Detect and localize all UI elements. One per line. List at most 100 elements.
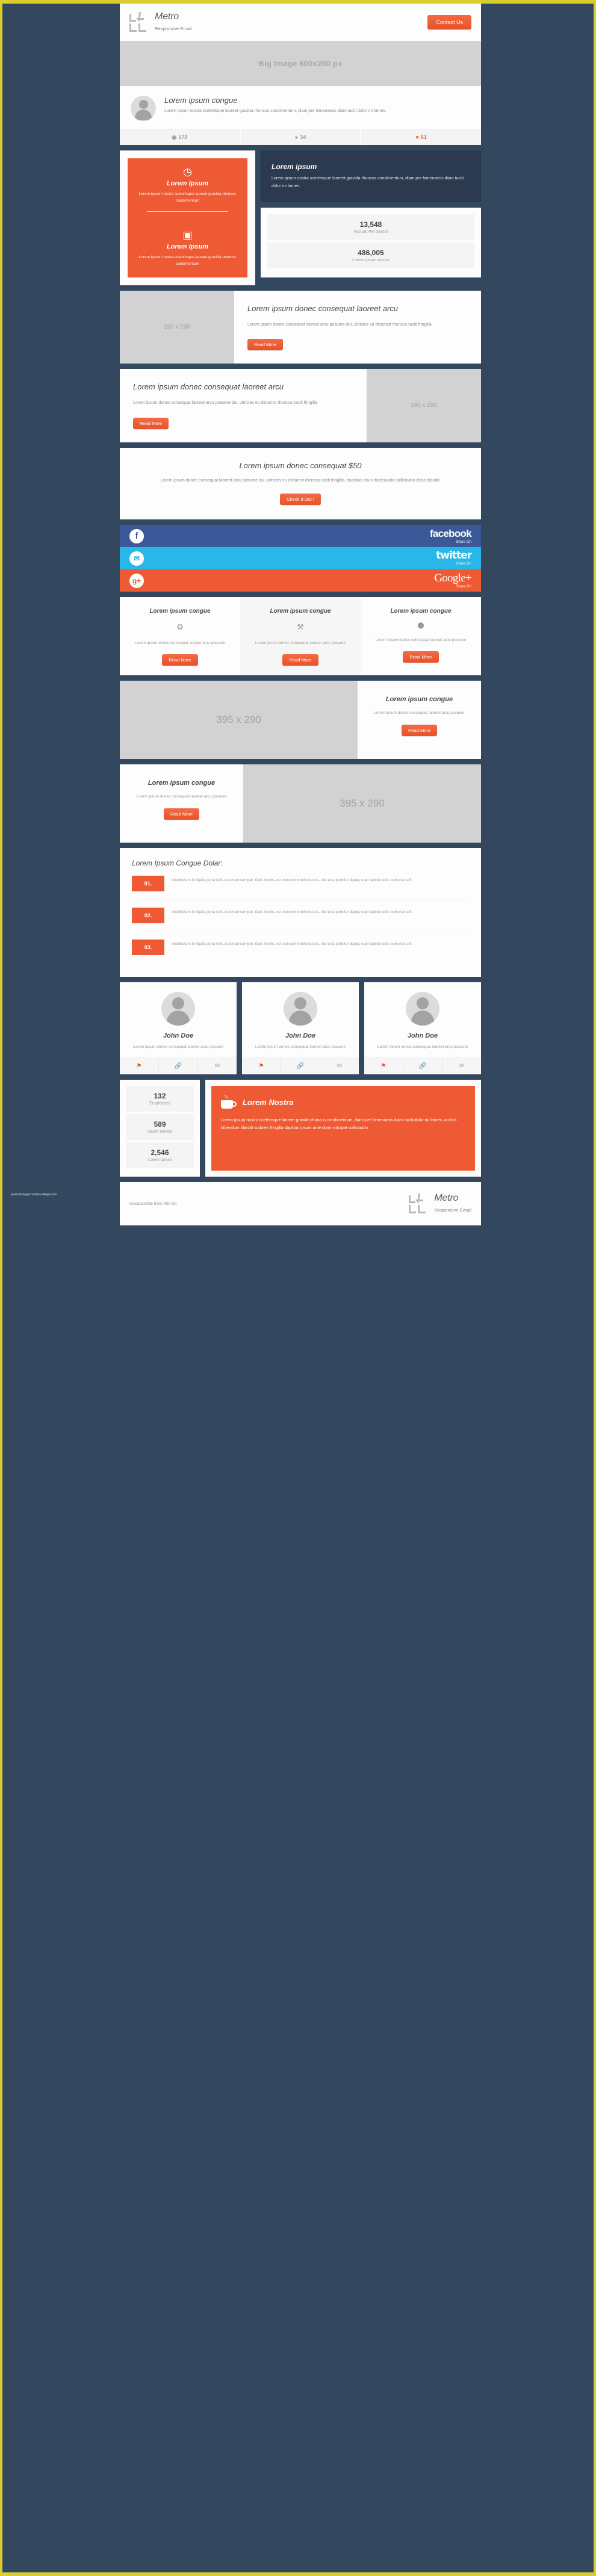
wide-row-image-right: Lorem ipsum congue Lorem ipsum donec con… (120, 764, 481, 843)
read-more-button[interactable]: Read More (401, 725, 438, 736)
footer-brand-tagline: Responsive Email (434, 1207, 471, 1213)
link-icon[interactable]: 🔗 (403, 1058, 442, 1075)
feature-card-3: Lorem ipsum congue ⬤ Lorem ipsum donec c… (361, 597, 481, 676)
bottom-section: 132 Employees 589 Ipsum Nostra 2,546 Lor… (120, 1080, 481, 1177)
media-row-1-title: Lorem ipsum donec consequat laoreet arcu (247, 303, 399, 313)
stat-likes[interactable]: ♥ 61 (361, 130, 482, 145)
hero-image-placeholder: Big Image 600x200 px (120, 41, 481, 86)
social-bar-facebook[interactable]: f facebook Share On (120, 525, 481, 548)
promo-box: ∿ Lorem Nostra Lorem ipsum nostra sceler… (211, 1086, 475, 1171)
read-more-button[interactable]: Read More (282, 654, 318, 666)
card-1-body: Lorem ipsum donec consequat laoreet arcu… (134, 640, 226, 645)
read-more-button[interactable]: Read More (247, 339, 284, 351)
feature-right-column: Lorem ipsum Lorem ipsum nostra scelerisq… (261, 150, 481, 285)
stat-likes-value: 61 (420, 134, 427, 140)
read-more-button[interactable]: Read More (163, 808, 200, 820)
metric-2-value: 486,005 (358, 249, 384, 258)
list-item-text: Vestibulum id ligula porta felis euismod… (172, 878, 413, 883)
feature-tile-2: ▣ Lorem Ipsum Lorem ipsum nostra sceleri… (128, 221, 247, 277)
coffee-cup-icon: ∿ (221, 1094, 237, 1109)
media-row-2-title: Lorem ipsum donec consequat laoreet arcu (133, 382, 284, 392)
promo-title: Lorem Nostra (243, 1097, 294, 1107)
list-item-number: 01. (132, 876, 164, 892)
dark-panel-body: Lorem ipsum nostra scelerisque laoreet g… (272, 176, 464, 188)
stat-comments[interactable]: ● 34 (240, 130, 362, 145)
metrics-panel: 13,548 Visitors Per Month 486,005 Lorem … (261, 208, 481, 278)
avatar (131, 96, 156, 121)
card-2-title: Lorem ipsum congue (270, 608, 331, 615)
mail-icon[interactable]: ✉ (198, 1058, 237, 1074)
feature-tile-1: ◷ Lorem Ipsum Lorem ipsum nostra sceleri… (128, 158, 247, 221)
social-bar-googleplus[interactable]: g+ Google+ Share On (120, 569, 481, 592)
avatar (284, 992, 317, 1026)
avatar (406, 992, 439, 1026)
clock-icon: ◷ (183, 166, 192, 178)
mail-icon[interactable]: ✉ (442, 1058, 481, 1074)
footer-brand-name: Metro (434, 1193, 459, 1204)
list-item-text: Vestibulum id ligula porta felis euismod… (172, 942, 413, 947)
team-member-name: John Doe (407, 1032, 438, 1040)
numbered-list-section: Lorem Ipsum Congue Dolar: 01. Vestibulum… (120, 848, 481, 977)
bottom-stat-3: 2,546 Lorem Ipsum (126, 1142, 194, 1169)
media-image-placeholder: 190 x 290 (120, 290, 234, 364)
contact-us-button[interactable]: Contact Us (427, 15, 471, 29)
metric-1-label: Visitors Per Month (353, 230, 388, 235)
list-item: 03. Vestibulum id ligula porta felis eui… (132, 940, 469, 964)
team-member-name: John Doe (285, 1032, 316, 1040)
media-row-image-right: Lorem ipsum donec consequat laoreet arcu… (120, 369, 481, 442)
metric-2: 486,005 Lorem ipsum nostra (267, 243, 474, 269)
team-member-body: Lorem ipsum donec consequat laoreet arcu… (255, 1045, 346, 1050)
link-icon[interactable]: 🔗 (159, 1058, 198, 1075)
heart-icon: ♥ (415, 134, 419, 140)
read-more-button[interactable]: Read More (162, 654, 198, 666)
metric-2-label: Lorem ipsum nostra (352, 258, 390, 263)
media-row-2-body: Lorem ipsum donec consequat laoreet arcu… (133, 401, 317, 406)
metric-1: 13,548 Visitors Per Month (267, 214, 474, 241)
feature-card-2: Lorem ipsum congue ⚒ Lorem ipsum donec c… (240, 597, 361, 676)
award-icon[interactable]: ⚑ (364, 1058, 403, 1075)
wide-row-2-title: Lorem ipsum congue (147, 779, 216, 787)
social-bar-twitter[interactable]: ✉ twitter Share On (120, 547, 481, 570)
brand-logo: Metro Responsive Email (129, 11, 192, 33)
stat-views-value: 172 (178, 134, 188, 140)
feature-section: ◷ Lorem Ipsum Lorem ipsum nostra sceleri… (120, 150, 481, 285)
watermark: www.heritagechristiancollege.com (11, 1193, 57, 1197)
bottom-stat-3-label: Lorem Ipsum (147, 1158, 172, 1163)
cta-section: Lorem ipsum donec consequat $50 Lorem ip… (120, 447, 481, 520)
social-bars: f facebook Share On ✉ twitter Share On g… (120, 525, 481, 592)
wide-row-image-left: 395 x 290 Lorem ipsum congue Lorem ipsum… (120, 681, 481, 760)
award-icon[interactable]: ⚑ (242, 1058, 281, 1075)
card-2-body: Lorem ipsum donec consequat laoreet arcu… (255, 640, 346, 645)
stat-views[interactable]: ◉ 172 (120, 130, 241, 145)
list-item-number: 03. (132, 940, 164, 956)
read-more-button[interactable]: Read More (403, 651, 439, 663)
team-member-name: John Doe (163, 1032, 194, 1040)
read-more-button[interactable]: Read More (133, 417, 169, 429)
profile-title: Lorem ipsum congue (164, 96, 238, 105)
check-it-out-button[interactable]: Check It Out ! (280, 494, 321, 506)
wide-row-2-body: Lorem ipsum donec consequat laoreet arcu… (136, 794, 227, 799)
feature-tile-1-body: Lorem ipsum nostra scelerisque laoreet g… (138, 192, 237, 203)
list-item-number: 02. (132, 908, 164, 924)
email-header: Metro Responsive Email Contact Us Big Im… (120, 4, 482, 145)
wide-row-1-body: Lorem ipsum donec consequat laoreet arcu… (374, 711, 465, 716)
mail-icon[interactable]: ✉ (320, 1058, 359, 1074)
award-icon[interactable]: ⚑ (120, 1058, 159, 1075)
team-section: John Doe Lorem ipsum donec consequat lao… (120, 982, 481, 1075)
feature-tile-1-title: Lorem Ipsum (166, 180, 209, 187)
googleplus-label: Google+ (434, 572, 471, 585)
tools-icon: ⚒ (297, 622, 304, 631)
link-icon[interactable]: 🔗 (281, 1058, 320, 1075)
promo-body: Lorem ipsum nostra scelerisque laoreet g… (221, 1118, 457, 1131)
bottom-stat-1-value: 132 (154, 1092, 166, 1101)
email-footer: Unsubscribe from this list Metro Respons… (120, 1182, 481, 1226)
wide-image-placeholder: 395 x 290 (243, 764, 481, 843)
chat-icon: ⬤ (417, 622, 424, 629)
avatar (161, 992, 195, 1026)
media-row-1-body: Lorem ipsum donec consequat laoreet arcu… (247, 322, 432, 327)
unsubscribe-link[interactable]: Unsubscribe from this list (129, 1202, 176, 1206)
feature-tile-2-body: Lorem ipsum nostra scelerisque laoreet g… (138, 255, 237, 267)
list-item-text: Vestibulum id ligula porta felis euismod… (172, 910, 413, 915)
facebook-label: facebook (429, 527, 472, 539)
dark-panel-title: Lorem ipsum (272, 163, 317, 171)
